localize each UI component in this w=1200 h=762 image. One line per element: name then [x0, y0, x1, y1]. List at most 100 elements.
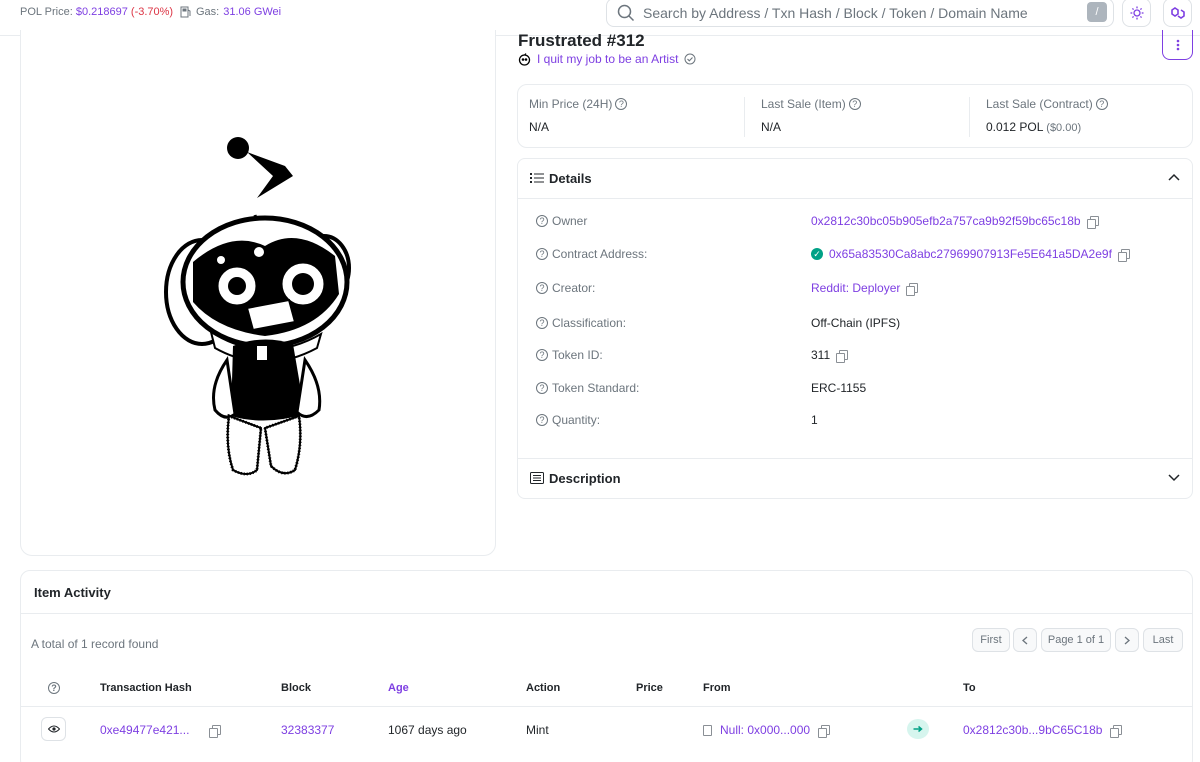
collection-link[interactable]: I quit my job to be an Artist: [518, 52, 696, 66]
token-id-value: 311: [811, 348, 849, 363]
record-count: A total of 1 record found: [31, 637, 159, 651]
collection-name[interactable]: I quit my job to be an Artist: [537, 52, 678, 66]
contract-doc-icon: [703, 724, 712, 736]
action-value: Mint: [526, 723, 549, 737]
help-icon[interactable]: ?: [536, 248, 548, 260]
detail-key: ? Owner: [536, 214, 587, 228]
copy-icon[interactable]: [1117, 248, 1130, 262]
col-block: Block: [281, 682, 311, 694]
owner-address-link[interactable]: 0x2812c30bc05b905efb2a757ca9b92f59bc65c1…: [811, 214, 1099, 229]
copy-icon[interactable]: [906, 282, 919, 296]
age-value: 1067 days ago: [388, 723, 467, 737]
help-icon[interactable]: ?: [615, 98, 628, 110]
transfer-arrow-icon: [907, 719, 929, 739]
detail-row-token-id: ? Token ID: 311: [536, 346, 1176, 366]
sun-icon: [1130, 6, 1143, 19]
help-icon[interactable]: ?: [536, 215, 548, 227]
help-icon[interactable]: ?: [536, 282, 548, 294]
pol-price: POL Price: $0.218697 (-3.70%): [20, 6, 173, 18]
detail-row-creator: ? Creator: Reddit: Deployer: [536, 279, 1176, 299]
theme-toggle-button[interactable]: [1122, 0, 1151, 27]
pager-first-button[interactable]: First: [972, 628, 1010, 652]
divider: [744, 97, 745, 137]
stat-sub-value: ($0.00): [1046, 122, 1082, 134]
details-header[interactable]: Details: [518, 159, 1192, 199]
help-icon[interactable]: ?: [536, 317, 548, 329]
search-input[interactable]: Search by Address / Txn Hash / Block / T…: [643, 5, 1028, 21]
polygon-network-button[interactable]: [1163, 0, 1192, 27]
search-shortcut-key: /: [1087, 2, 1107, 22]
search-bar[interactable]: Search by Address / Txn Hash / Block / T…: [606, 0, 1114, 27]
stat-label: Min Price (24H)?: [529, 97, 628, 111]
copy-icon[interactable]: [836, 349, 849, 363]
divider: [969, 97, 970, 137]
block-link[interactable]: 32383377: [281, 723, 334, 737]
chevron-up-icon[interactable]: [1168, 173, 1180, 181]
detail-key: ? Quantity:: [536, 413, 600, 427]
nft-image-card: [20, 30, 496, 556]
item-activity-header: Item Activity: [21, 571, 1192, 614]
pager-last-button[interactable]: Last: [1143, 628, 1183, 652]
pol-price-change: (-3.70%): [130, 6, 174, 18]
details-panel: Details ? Owner 0x2812c30bc05b905efb2a757…: [517, 158, 1193, 499]
verified-check-icon: [684, 53, 696, 65]
col-action: Action: [526, 682, 561, 694]
pager-page-indicator: Page 1 of 1: [1041, 628, 1111, 652]
details-title: Details: [549, 171, 592, 186]
stat-label: Last Sale (Contract)?: [986, 97, 1108, 111]
list-icon: [530, 173, 544, 183]
chevron-left-icon: [1022, 636, 1028, 644]
help-icon[interactable]: ?: [1095, 98, 1108, 110]
pager-next-button[interactable]: [1115, 628, 1139, 652]
gas-pump-icon: [180, 6, 191, 18]
stat-value: N/A: [529, 120, 550, 134]
contract-address-link[interactable]: ✓ 0x65a83530Ca8abc27969907913Fe5E641a5DA2…: [811, 247, 1130, 262]
detail-row-token-standard: ? Token Standard: ERC-1155: [536, 379, 1176, 399]
item-activity-title: Item Activity: [34, 585, 111, 600]
detail-row-quantity: ? Quantity: 1: [536, 411, 1176, 431]
pager-prev-button[interactable]: [1013, 628, 1037, 652]
stat-value: 0.012 POL ($0.00): [986, 120, 1082, 134]
txn-hash-link[interactable]: 0xe49477e421...: [100, 723, 222, 738]
gas-label: Gas:: [196, 6, 220, 18]
polygon-logo-icon: [1170, 6, 1185, 19]
col-age-toggle[interactable]: Age: [388, 682, 409, 694]
description-icon: [530, 472, 544, 484]
description-header[interactable]: Description: [518, 458, 1192, 498]
collection-avatar-icon: [518, 52, 531, 66]
help-icon[interactable]: ?: [536, 349, 548, 361]
copy-icon[interactable]: [1086, 215, 1099, 229]
quantity-value: 1: [811, 413, 818, 427]
item-activity-card: Item Activity A total of 1 record found …: [20, 570, 1193, 762]
detail-key: ? Token Standard:: [536, 381, 639, 395]
col-price: Price: [636, 682, 663, 694]
detail-row-owner: ? Owner 0x2812c30bc05b905efb2a757ca9b92f5…: [536, 212, 1176, 232]
view-details-button[interactable]: [41, 717, 66, 741]
help-icon[interactable]: ?: [848, 98, 861, 110]
description-title: Description: [549, 471, 621, 486]
detail-key: ? Token ID:: [536, 348, 603, 362]
chevron-down-icon[interactable]: [1168, 474, 1180, 482]
more-options-button[interactable]: [1162, 30, 1193, 60]
pol-price-value[interactable]: $0.218697: [76, 6, 128, 18]
price-stats-card: Min Price (24H)? N/A Last Sale (Item)? N…: [517, 84, 1193, 148]
to-address-link[interactable]: 0x2812c30b...9bC65C18b: [963, 723, 1123, 738]
stat-label: Last Sale (Item)?: [761, 97, 861, 111]
from-address-link[interactable]: Null: 0x000...000: [703, 723, 831, 738]
help-icon[interactable]: ?: [48, 682, 60, 694]
table-header-divider: [21, 706, 1192, 707]
more-vertical-icon: [1176, 39, 1179, 50]
nft-title: Frustrated #312: [518, 31, 645, 50]
copy-icon[interactable]: [209, 724, 222, 738]
copy-icon[interactable]: [1110, 724, 1123, 738]
creator-link[interactable]: Reddit: Deployer: [811, 281, 919, 296]
col-from: From: [703, 682, 731, 694]
detail-row-contract: ? Contract Address: ✓ 0x65a83530Ca8abc2796…: [536, 245, 1176, 265]
help-icon[interactable]: ?: [536, 414, 548, 426]
verified-contract-icon: ✓: [811, 248, 823, 260]
nft-artwork-image[interactable]: [21, 30, 497, 556]
detail-key: ? Classification:: [536, 316, 626, 330]
copy-icon[interactable]: [818, 724, 831, 738]
help-icon[interactable]: ?: [536, 382, 548, 394]
gas-value[interactable]: 31.06 GWei: [223, 6, 281, 18]
